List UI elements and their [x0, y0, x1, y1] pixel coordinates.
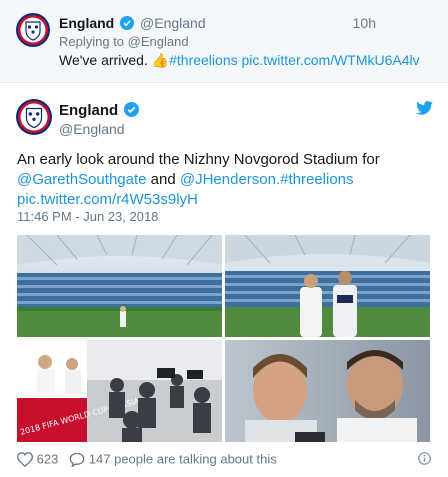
tweet-text: An early look around the Nizhny Novgorod… [17, 150, 437, 210]
author-handle[interactable]: @England [59, 121, 125, 137]
reply-pic-link[interactable]: pic.twitter.com/WTMkU6A4lv [242, 52, 420, 68]
reply-time[interactable]: 10h [353, 15, 376, 31]
photo-grid: 2018 FIFA WORLD CUP RUSSIA [17, 235, 430, 442]
press-conference-photo[interactable]: 2018 FIFA WORLD CUP RUSSIA [17, 340, 222, 442]
tweet-intro-text: An early look around the Nizhny Novgorod… [17, 151, 380, 168]
players-portrait-photo[interactable] [225, 340, 430, 442]
mention-jhenderson[interactable]: @JHenderson [180, 171, 276, 188]
hashtag-threelions-link[interactable]: .#threelions [276, 171, 354, 188]
replying-to: Replying to @England [59, 34, 189, 49]
like-count[interactable]: 623 [37, 452, 59, 467]
main-tweet-card[interactable]: England @England An early look around th… [0, 84, 448, 477]
tweet-actions: 623 147 people are talking about this [16, 450, 277, 468]
players-pitch-photo[interactable] [225, 235, 430, 337]
and-text: and [146, 171, 180, 188]
reply-tweet-text: We've arrived. 👍#threelions pic.twitter.… [59, 52, 420, 68]
reply-tweet-card[interactable]: England @England 10h Replying to @Englan… [0, 0, 448, 83]
people-talking-link[interactable]: 147 people are talking about this [89, 452, 277, 467]
stadium-photo[interactable] [17, 235, 222, 337]
reply-hashtag-link[interactable]: #threelions [169, 52, 238, 68]
speech-bubble-icon[interactable] [69, 452, 85, 468]
pic-twitter-link[interactable]: pic.twitter.com/r4W53s9lyH [17, 191, 198, 208]
tweet-timestamp[interactable]: 11:46 PM - Jun 23, 2018 [17, 209, 158, 224]
twitter-bird-icon[interactable] [416, 101, 433, 120]
thumbs-up-emoji: 👍 [151, 52, 170, 68]
author-name[interactable]: England [59, 102, 118, 119]
reply-author-name[interactable]: England [59, 15, 114, 31]
heart-icon[interactable] [16, 452, 34, 468]
england-avatar[interactable] [16, 13, 50, 47]
verified-badge-icon [120, 16, 135, 30]
reply-text-plain: We've arrived. [59, 52, 152, 68]
info-icon[interactable] [418, 452, 431, 470]
england-avatar[interactable] [16, 99, 52, 135]
mention-gareth-southgate[interactable]: @GarethSouthgate [17, 171, 146, 188]
reply-author-handle[interactable]: @England [140, 15, 206, 31]
verified-badge-icon [124, 102, 140, 117]
